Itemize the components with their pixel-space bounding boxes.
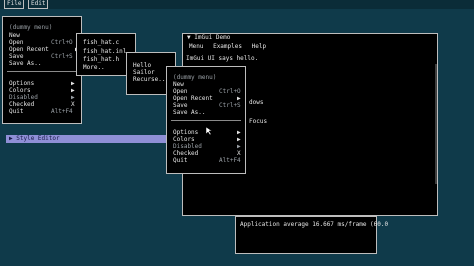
menu-item-save[interactable]: Save (9, 53, 23, 60)
dummy-menu-1: (dummy menu) New Open Ctrl+O Open Recent… (2, 16, 82, 124)
dummy-menu-title: (dummy menu) (9, 24, 53, 31)
demo-titlebar[interactable]: ▼ ImGui Demo (183, 34, 437, 42)
demo-window-title: ImGui Demo (194, 34, 231, 41)
submenu-arrow-icon: ▶ (237, 136, 241, 143)
menu-item-open-recent[interactable]: Open Recent (173, 95, 213, 102)
menu-edit[interactable]: Edit (28, 0, 49, 9)
menu-item-save-as[interactable]: Save As.. (173, 109, 206, 116)
menu-item-open[interactable]: Open (9, 39, 23, 46)
menu-item-quit[interactable]: Quit (173, 157, 187, 164)
demo-menu-examples[interactable]: Examples (213, 43, 242, 50)
menu-item-options[interactable]: Options (9, 80, 34, 87)
submenu-arrow-icon: ▶ (237, 143, 241, 150)
menu-item-options[interactable]: Options (173, 129, 198, 136)
frame-time-text: Application average 16.667 ms/frame (60.… (240, 221, 389, 228)
menu-item-open-recent[interactable]: Open Recent (9, 46, 49, 53)
menu-item-disabled: Disabled (173, 143, 202, 150)
main-menubar: File Edit (0, 0, 474, 9)
dummy-menu-title: (dummy menu) (173, 74, 217, 81)
mouse-cursor-icon (206, 127, 212, 135)
menu-item-checked[interactable]: Checked (173, 150, 198, 157)
menu-separator (7, 71, 77, 72)
demo-partial-windows: dows (249, 99, 264, 106)
expand-triangle-icon[interactable]: ▶ (9, 135, 13, 142)
submenu-arrow-icon: ▶ (237, 129, 241, 136)
recent-more-item[interactable]: More.. (83, 64, 105, 71)
menu-item-save-as[interactable]: Save As.. (9, 60, 42, 67)
shortcut-open: Ctrl+O (219, 88, 241, 95)
shortcut-quit: Alt+F4 (51, 108, 73, 115)
dummy-menu-2: (dummy menu) New Open Ctrl+O Open Recent… (166, 66, 246, 174)
menu-separator (171, 120, 241, 121)
shortcut-save: Ctrl+S (51, 53, 73, 60)
collapse-triangle-icon[interactable]: ▼ (187, 34, 191, 41)
recent-file-item[interactable]: fish_hat.h (83, 56, 119, 63)
more-item-recurse[interactable]: Recurse.. (133, 76, 166, 83)
demo-partial-focus: Focus (249, 118, 268, 125)
shortcut-save: Ctrl+S (219, 102, 241, 109)
style-editor-titlebar[interactable]: ▶ Style Editor (6, 135, 166, 143)
demo-menubar: Menu Examples Help (183, 42, 437, 51)
menu-item-new[interactable]: New (173, 81, 184, 88)
submenu-arrow-icon: ▶ (71, 80, 75, 87)
menu-item-save[interactable]: Save (173, 102, 187, 109)
more-item-sailor[interactable]: Sailor (133, 69, 155, 76)
menu-item-new[interactable]: New (9, 32, 20, 39)
metrics-window: Application average 16.667 ms/frame (60.… (235, 216, 388, 254)
shortcut-quit: Alt+F4 (219, 157, 241, 164)
demo-menu-menu[interactable]: Menu (189, 43, 203, 50)
menu-item-disabled: Disabled (9, 94, 38, 101)
menu-item-colors[interactable]: Colors (9, 87, 31, 94)
submenu-arrow-icon: ▶ (71, 87, 75, 94)
menu-item-colors[interactable]: Colors (173, 136, 195, 143)
checkmark-icon: X (237, 150, 241, 157)
submenu-arrow-icon: ▶ (71, 94, 75, 101)
menu-file[interactable]: File (4, 0, 25, 9)
submenu-arrow-icon: ▶ (237, 95, 241, 102)
style-editor-title: Style Editor (16, 135, 60, 142)
menu-item-quit[interactable]: Quit (9, 108, 23, 115)
more-item-hello[interactable]: Hello (133, 62, 151, 69)
menu-item-open[interactable]: Open (173, 88, 187, 95)
demo-greeting: ImGui UI says hello. (186, 55, 259, 62)
demo-scrollbar[interactable] (435, 64, 437, 184)
menu-item-checked[interactable]: Checked (9, 101, 34, 108)
checkmark-icon: X (71, 101, 75, 108)
recent-file-item[interactable]: fish_hat.inl (83, 48, 126, 55)
recent-file-item[interactable]: fish_hat.c (83, 39, 119, 46)
demo-menu-help[interactable]: Help (252, 43, 266, 50)
shortcut-open: Ctrl+O (51, 39, 73, 46)
